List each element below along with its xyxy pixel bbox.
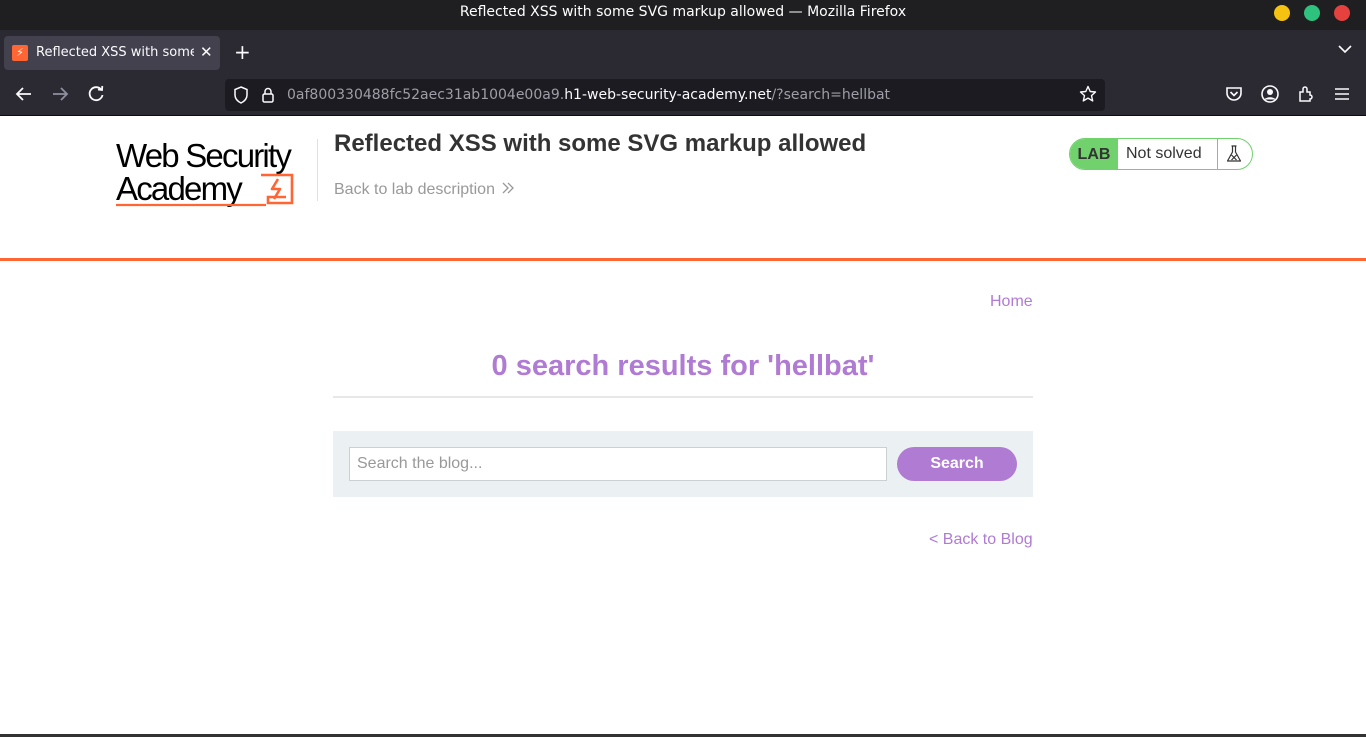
tab-title: Reflected XSS with some SVG markup allow… [36,45,194,60]
shield-icon[interactable] [233,86,249,107]
header-divider [317,139,318,201]
status-separator [1217,139,1218,169]
bookmark-star-icon[interactable] [1079,85,1097,108]
reload-icon[interactable] [86,84,106,109]
url-path: /?search=hellbat [771,87,891,103]
forward-arrow-icon[interactable] [50,84,70,109]
lab-status-badge: LAB [1070,139,1118,169]
back-to-lab-description-link[interactable]: Back to lab description [334,181,515,199]
new-tab-icon[interactable]: + [234,40,251,64]
close-window-button[interactable] [1334,5,1350,21]
svg-text:Academy: Academy [116,170,243,207]
search-input[interactable] [349,447,887,481]
flask-icon [1224,144,1244,164]
lab-status-text: Not solved [1126,145,1202,162]
pocket-icon[interactable] [1224,84,1244,109]
search-panel: Search [333,431,1033,497]
account-icon[interactable] [1260,84,1280,109]
double-chevron-icon [501,181,515,198]
url-bar[interactable]: 0af800330488fc52aec31ab1004e00a9.h1-web-… [225,79,1105,111]
svg-text:Web Security: Web Security [116,137,292,174]
lock-icon[interactable] [261,86,275,107]
browser-tab[interactable]: ⚡ Reflected XSS with some SVG markup all… [4,36,220,70]
maximize-button[interactable] [1304,5,1320,21]
back-to-lab-label: Back to lab description [334,181,495,198]
lab-status-widget: LAB Not solved [1069,138,1253,170]
header-orange-rule [0,258,1366,261]
favicon-icon: ⚡ [12,45,28,61]
minimize-button[interactable] [1274,5,1290,21]
tab-strip: ⚡ Reflected XSS with some SVG markup all… [0,30,1366,74]
web-security-academy-logo[interactable]: Web Security Academy [116,137,316,209]
back-to-blog-link[interactable]: < Back to Blog [929,531,1033,549]
back-arrow-icon[interactable] [14,84,34,109]
results-divider [333,396,1033,398]
extensions-icon[interactable] [1296,84,1316,109]
url-text[interactable]: 0af800330488fc52aec31ab1004e00a9.h1-web-… [287,87,890,103]
web-page: Web Security Academy Reflected XSS with … [0,117,1366,737]
url-host: h1-web-security-academy.net [564,87,772,103]
close-tab-icon[interactable]: ✕ [200,43,213,61]
search-results-heading: 0 search results for 'hellbat' [491,350,875,382]
tab-list-chevron-icon[interactable] [1338,42,1352,57]
lab-title: Reflected XSS with some SVG markup allow… [334,130,867,157]
url-prefix: 0af800330488fc52aec31ab1004e00a9. [287,87,565,103]
search-button[interactable]: Search [897,447,1017,481]
navigation-bar: 0af800330488fc52aec31ab1004e00a9.h1-web-… [0,74,1366,116]
menu-icon[interactable] [1332,84,1352,109]
window-titlebar: Reflected XSS with some SVG markup allow… [0,0,1366,30]
window-title: Reflected XSS with some SVG markup allow… [459,4,907,20]
home-link[interactable]: Home [990,293,1033,311]
